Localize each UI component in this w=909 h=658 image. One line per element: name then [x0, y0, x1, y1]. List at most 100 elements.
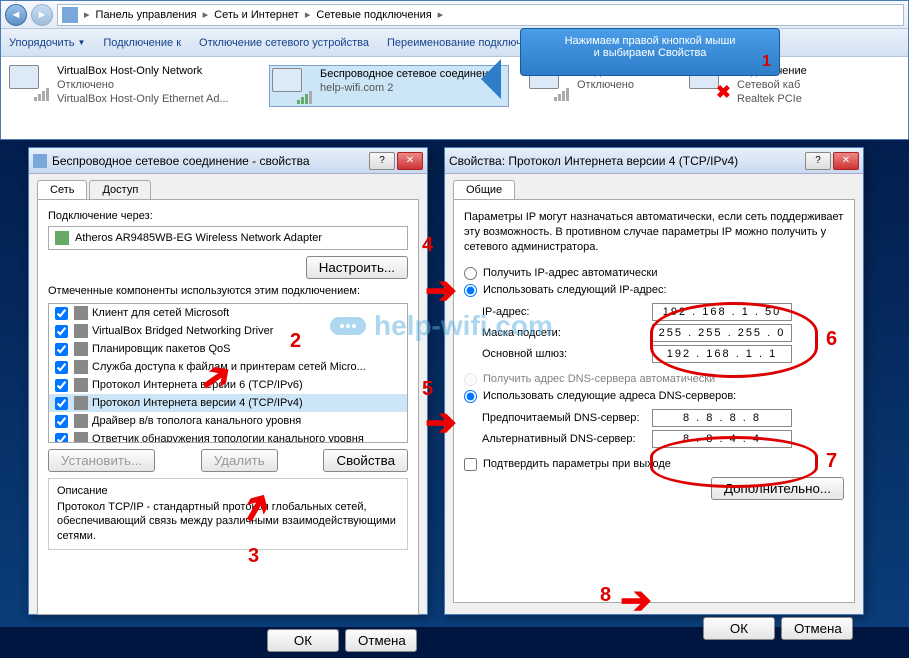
- label-connect-via: Подключение через:: [48, 210, 408, 222]
- back-button[interactable]: ◄: [5, 4, 27, 26]
- callout-line2: и выбираем Свойства: [531, 47, 769, 59]
- label-components: Отмеченные компоненты используются этим …: [48, 285, 408, 297]
- net-icon: [9, 65, 49, 101]
- ok-button[interactable]: ОК: [703, 617, 775, 640]
- wifi-icon: [33, 154, 47, 168]
- adapter-name: Atheros AR9485WB-EG Wireless Network Ada…: [75, 232, 322, 244]
- list-item[interactable]: Ответчик обнаружения топологии канальног…: [49, 430, 407, 443]
- component-icon: [74, 378, 88, 392]
- remove-button[interactable]: Удалить: [201, 449, 278, 472]
- adapter-icon: [55, 231, 69, 245]
- net-status: Отключено: [57, 79, 229, 93]
- list-item-tcpipv4[interactable]: Протокол Интернета версии 4 (TCP/IPv4): [49, 394, 407, 412]
- arrow-icon: ➔: [425, 400, 457, 445]
- anno-3: 3: [248, 545, 259, 568]
- advanced-button[interactable]: Дополнительно...: [711, 477, 844, 500]
- net-title: Беспроводное сетевое соединение: [320, 68, 500, 82]
- callout-bubble: Нажимаем правой кнопкой мыши и выбираем …: [520, 28, 780, 76]
- tcpipv4-properties-dialog: Свойства: Протокол Интернета версии 4 (T…: [444, 147, 864, 615]
- adapter-field: Atheros AR9485WB-EG Wireless Network Ada…: [48, 226, 408, 250]
- net-title: VirtualBox Host-Only Network: [57, 65, 229, 79]
- list-item[interactable]: Планировщик пакетов QoS: [49, 340, 407, 358]
- dns1-input[interactable]: 8 . 8 . 8 . 8: [652, 409, 792, 427]
- component-icon: [74, 414, 88, 428]
- component-icon: [74, 324, 88, 338]
- dialog-title: Беспроводное сетевое соединение - свойст…: [52, 154, 310, 168]
- tab-access[interactable]: Доступ: [89, 180, 151, 199]
- radio-auto-ip[interactable]: Получить IP-адрес автоматически: [464, 267, 844, 280]
- label-ip: IP-адрес:: [482, 306, 652, 318]
- error-x-icon: ✖: [716, 82, 731, 103]
- close-button[interactable]: ✕: [397, 152, 423, 170]
- list-item[interactable]: VirtualBox Bridged Networking Driver: [49, 322, 407, 340]
- component-icon: [74, 360, 88, 374]
- radio[interactable]: [464, 267, 477, 280]
- bc-connections[interactable]: Сетевые подключения: [316, 9, 431, 21]
- checkbox[interactable]: [464, 458, 477, 471]
- net-wifi[interactable]: Беспроводное сетевое соединение help-wif…: [269, 65, 509, 107]
- radio[interactable]: [464, 284, 477, 297]
- anno-6: 6: [826, 328, 837, 351]
- radio[interactable]: [464, 390, 477, 403]
- forward-button[interactable]: ►: [31, 4, 53, 26]
- label-dns2: Альтернативный DNS-сервер:: [482, 433, 652, 445]
- breadcrumb[interactable]: ▸ Панель управления ▸ Сеть и Интернет ▸ …: [57, 4, 904, 26]
- list-item[interactable]: Драйвер в/в тополога канального уровня: [49, 412, 407, 430]
- radio: [464, 373, 477, 386]
- component-icon: [74, 396, 88, 410]
- component-icon: [74, 342, 88, 356]
- checkbox[interactable]: [55, 307, 68, 320]
- bc-network[interactable]: Сеть и Интернет: [214, 9, 299, 21]
- component-icon: [74, 432, 88, 443]
- label-dns1: Предпочитаемый DNS-сервер:: [482, 412, 652, 424]
- properties-button[interactable]: Свойства: [323, 449, 408, 472]
- tb-disable[interactable]: Отключение сетевого устройства: [199, 37, 369, 49]
- radio-manual-ip[interactable]: Использовать следующий IP-адрес:: [464, 284, 844, 297]
- tab-network[interactable]: Сеть: [37, 180, 87, 199]
- checkbox[interactable]: [55, 343, 68, 356]
- net-icon: [272, 68, 312, 104]
- net-desc: Realtek PCIe: [737, 93, 807, 107]
- titlebar[interactable]: Беспроводное сетевое соединение - свойст…: [29, 148, 427, 174]
- checkbox[interactable]: [55, 325, 68, 338]
- close-button[interactable]: ✕: [833, 152, 859, 170]
- tb-organize[interactable]: Упорядочить▼: [9, 37, 85, 49]
- anno-8: 8: [600, 584, 611, 607]
- help-button[interactable]: ?: [805, 152, 831, 170]
- description-label: Описание: [57, 485, 399, 497]
- tb-connect[interactable]: Подключение к: [103, 37, 181, 49]
- tab-general[interactable]: Общие: [453, 180, 515, 199]
- dns2-input[interactable]: 8 . 8 . 4 . 4: [652, 430, 792, 448]
- description-text: Протокол TCP/IP - стандартный протокол г…: [57, 500, 399, 543]
- install-button[interactable]: Установить...: [48, 449, 155, 472]
- help-button[interactable]: ?: [369, 152, 395, 170]
- mask-input[interactable]: 255 . 255 . 255 . 0: [652, 324, 792, 342]
- titlebar[interactable]: Свойства: Протокол Интернета версии 4 (T…: [445, 148, 863, 174]
- net-status: Сетевой каб: [737, 79, 807, 93]
- info-text: Параметры IP могут назначаться автоматич…: [464, 210, 844, 255]
- net-virtualbox[interactable]: VirtualBox Host-Only Network Отключено V…: [9, 65, 249, 107]
- checkbox[interactable]: [55, 433, 68, 444]
- cancel-button[interactable]: Отмена: [345, 629, 417, 652]
- arrow-icon: ➔: [425, 268, 457, 313]
- radio-manual-dns[interactable]: Использовать следующие адреса DNS-сервер…: [464, 390, 844, 403]
- checkbox[interactable]: [55, 397, 68, 410]
- checkbox[interactable]: [55, 415, 68, 428]
- radio-auto-dns[interactable]: Получить адрес DNS-сервера автоматически: [464, 373, 844, 386]
- ip-input[interactable]: 192 . 168 . 1 . 50: [652, 303, 792, 321]
- anno-2: 2: [290, 330, 301, 353]
- ok-button[interactable]: ОК: [267, 629, 339, 652]
- cancel-button[interactable]: Отмена: [781, 617, 853, 640]
- gateway-input[interactable]: 192 . 168 . 1 . 1: [652, 345, 792, 363]
- net-desc: VirtualBox Host-Only Ethernet Ad...: [57, 93, 229, 107]
- callout-line1: Нажимаем правой кнопкой мыши: [531, 35, 769, 47]
- list-item[interactable]: Клиент для сетей Microsoft: [49, 304, 407, 322]
- label-mask: Маска подсети:: [482, 327, 652, 339]
- bc-control-panel[interactable]: Панель управления: [96, 9, 197, 21]
- confirm-checkbox-row[interactable]: Подтвердить параметры при выходе: [464, 458, 844, 471]
- configure-button[interactable]: Настроить...: [306, 256, 408, 279]
- label-gateway: Основной шлюз:: [482, 348, 652, 360]
- checkbox[interactable]: [55, 361, 68, 374]
- checkbox[interactable]: [55, 379, 68, 392]
- control-panel-icon: [62, 7, 78, 23]
